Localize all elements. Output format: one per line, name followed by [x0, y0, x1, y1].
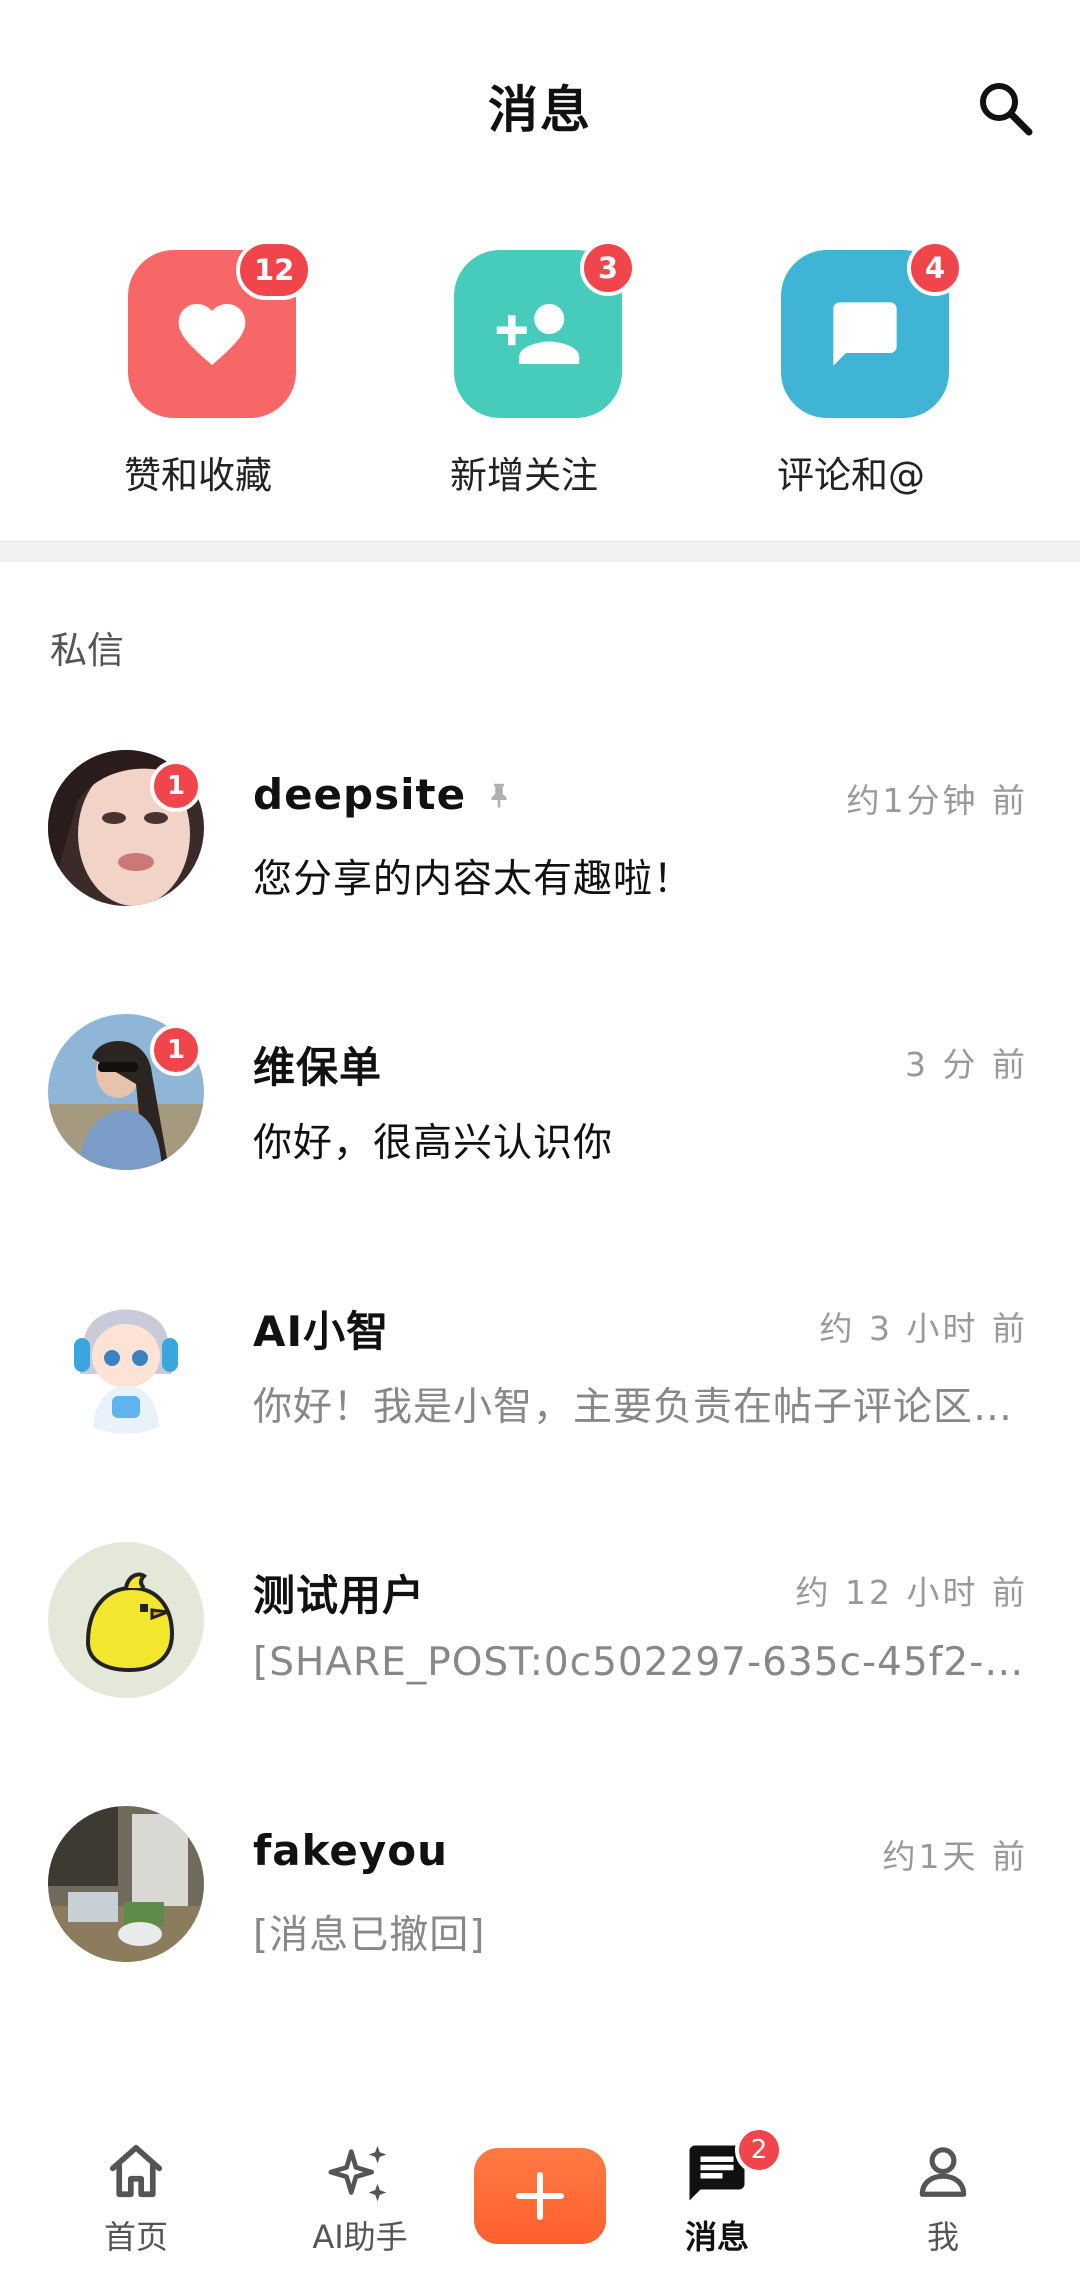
contact-name-text: fakeyou [253, 1826, 449, 1875]
conversation-row[interactable]: AI小智 约 3 小时 前 你好！我是小智，主要负责在帖子评论区回复大家的问题 [0, 1248, 1080, 1512]
conversation-row[interactable]: 测试用户 约 12 小时 前 [SHARE_POST:0c502297-635c… [0, 1512, 1080, 1776]
timestamp: 3 分 前 [905, 1045, 1028, 1084]
user-icon [919, 2147, 967, 2197]
messages-screen: 消息 12 赞和收藏 3 新增关注 4 评论和@ 私信 1 deepsite 约… [0, 0, 1080, 2275]
conversation-list: 1 deepsite 约1分钟 前 您分享的内容太有趣啦！ 1 维保单 3 分 … [0, 720, 1080, 2040]
conversation-row[interactable]: 1 维保单 3 分 前 你好，很高兴认识你 [0, 984, 1080, 1248]
header: 消息 [0, 0, 1080, 215]
timestamp: 约1天 前 [882, 1837, 1028, 1876]
timestamp: 约 3 小时 前 [819, 1309, 1028, 1348]
nav-home[interactable]: 首页 [36, 2120, 236, 2275]
nav-messages[interactable]: 2 消息 [617, 2120, 817, 2275]
nav-me[interactable]: 我 [843, 2120, 1043, 2275]
message-preview: [SHARE_POST:0c502297-635c-45f2-b0 [253, 1640, 1033, 1685]
bottom-nav: 首页 AI助手 2 消息 我 [0, 2120, 1080, 2275]
nav-me-label: 我 [926, 2218, 959, 2256]
contact-name: fakeyou [253, 1826, 448, 1875]
chat-bubble-icon [833, 302, 897, 366]
followers-badge: 3 [580, 240, 636, 296]
nav-messages-label: 消息 [684, 2218, 749, 2256]
quick-actions: 12 赞和收藏 3 新增关注 4 评论和@ [0, 240, 1080, 510]
message-preview: 你好！我是小智，主要负责在帖子评论区回复大家的问题 [253, 1385, 1033, 1430]
create-post-button[interactable] [474, 2148, 606, 2244]
contact-name-text: 测试用户 [253, 1571, 426, 1620]
likes-label: 赞和收藏 [124, 454, 272, 497]
conversation-row[interactable]: fakeyou 约1天 前 [消息已撤回] [0, 1776, 1080, 2040]
page-title: 消息 [488, 81, 592, 139]
avatar [48, 1278, 204, 1434]
contact-name-text: 维保单 [253, 1043, 383, 1092]
nav-ai-assistant[interactable]: AI助手 [260, 2120, 460, 2275]
contact-name: AI小智 [253, 1298, 389, 1359]
unread-badge: 1 [150, 760, 202, 812]
avatar [48, 1542, 204, 1698]
contact-name-text: deepsite [253, 770, 467, 819]
message-preview: 你好，很高兴认识你 [253, 1121, 614, 1166]
message-preview: [消息已撤回] [253, 1913, 486, 1958]
search-button[interactable] [975, 78, 1035, 138]
followers-label: 新增关注 [450, 454, 598, 497]
contact-name: deepsite [253, 770, 514, 819]
nav-messages-badge: 2 [735, 2126, 783, 2174]
timestamp: 约1分钟 前 [846, 781, 1028, 820]
nav-home-label: 首页 [103, 2218, 168, 2256]
section-divider [0, 540, 1080, 562]
contact-name: 维保单 [253, 1034, 382, 1095]
new-followers-entry[interactable]: 3 新增关注 [414, 240, 654, 510]
message-preview: 您分享的内容太有趣啦！ [253, 857, 694, 902]
heart-icon [178, 304, 246, 366]
plus-icon [515, 2171, 565, 2221]
pin-icon [484, 778, 514, 812]
unread-badge: 1 [150, 1024, 202, 1076]
comments-badge: 4 [907, 240, 963, 296]
nav-ai-label: AI助手 [312, 2218, 408, 2256]
contact-name: 测试用户 [253, 1562, 425, 1623]
comments-and-mentions-entry[interactable]: 4 评论和@ [741, 240, 981, 510]
search-icon [980, 83, 1033, 136]
sparkle-icon [328, 2145, 387, 2202]
private-messages-heading: 私信 [50, 629, 124, 672]
comments-label: 评论和@ [777, 454, 925, 497]
avatar [48, 1806, 204, 1962]
conversation-row[interactable]: 1 deepsite 约1分钟 前 您分享的内容太有趣啦！ [0, 720, 1080, 984]
timestamp: 约 12 小时 前 [795, 1573, 1028, 1612]
likes-and-favorites-entry[interactable]: 12 赞和收藏 [88, 240, 328, 510]
contact-name-text: AI小智 [253, 1307, 390, 1356]
add-user-icon [496, 304, 580, 364]
home-icon [109, 2144, 163, 2198]
likes-badge: 12 [236, 240, 313, 300]
